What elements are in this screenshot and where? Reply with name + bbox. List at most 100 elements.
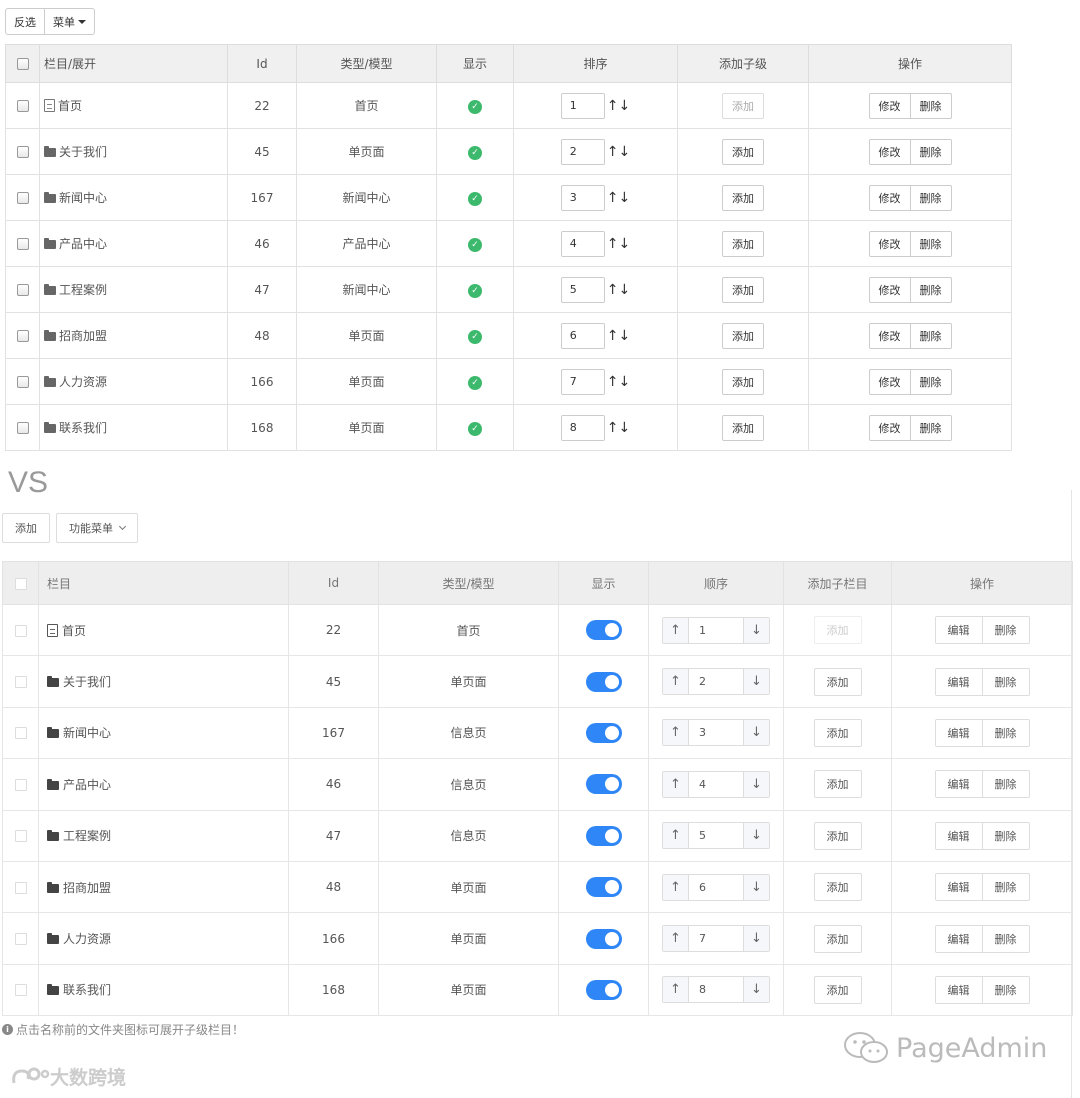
add-child-button[interactable]: 添加 [813, 667, 862, 696]
edit-button[interactable]: 修改 [868, 184, 911, 211]
folder-icon[interactable] [47, 881, 59, 893]
delete-button[interactable]: 删除 [910, 92, 952, 119]
folder-icon[interactable] [44, 238, 56, 249]
sort-input[interactable]: 2 [560, 138, 605, 165]
row-checkbox[interactable] [14, 727, 27, 740]
sort-input[interactable]: 3 [560, 184, 605, 211]
row-checkbox[interactable] [14, 830, 27, 843]
row-name[interactable]: 招商加盟 [59, 329, 107, 343]
row-checkbox[interactable] [16, 238, 29, 250]
row-checkbox[interactable] [14, 984, 27, 997]
delete-button[interactable]: 删除 [910, 414, 952, 441]
arrow-up-icon[interactable]: ↑ [663, 617, 689, 643]
arrow-up-icon[interactable]: ↑ [663, 926, 689, 952]
arrow-down-icon[interactable]: ↓ [743, 874, 769, 900]
display-toggle[interactable] [585, 979, 622, 1000]
display-toggle[interactable] [585, 671, 622, 692]
edit-button[interactable]: 编辑 [934, 616, 983, 645]
folder-icon[interactable] [47, 676, 59, 688]
folder-icon[interactable] [47, 933, 59, 945]
row-name[interactable]: 招商加盟 [63, 881, 111, 895]
edit-button[interactable]: 编辑 [934, 924, 983, 953]
order-input[interactable]: 6 [689, 875, 743, 900]
delete-button[interactable]: 删除 [982, 667, 1030, 696]
row-name[interactable]: 新闻中心 [63, 726, 111, 740]
page-icon[interactable] [44, 99, 55, 112]
row-checkbox[interactable] [16, 284, 29, 296]
sort-input[interactable]: 7 [560, 368, 605, 395]
row-name[interactable]: 产品中心 [63, 778, 111, 792]
delete-button[interactable]: 删除 [910, 368, 952, 395]
add-child-button[interactable]: 添加 [722, 184, 764, 211]
edit-button[interactable]: 修改 [868, 92, 911, 119]
sort-arrows-icon[interactable]: ↑↓ [607, 98, 630, 114]
delete-button[interactable]: 删除 [982, 718, 1030, 747]
folder-icon[interactable] [44, 284, 56, 295]
row-name[interactable]: 联系我们 [63, 983, 111, 997]
folder-icon[interactable] [47, 830, 59, 842]
delete-button[interactable]: 删除 [910, 230, 952, 257]
row-checkbox[interactable] [16, 422, 29, 434]
row-name[interactable]: 新闻中心 [59, 191, 107, 205]
sort-arrows-icon[interactable]: ↑↓ [607, 420, 630, 436]
display-toggle[interactable] [585, 774, 622, 795]
row-name[interactable]: 人力资源 [59, 375, 107, 389]
arrow-up-icon[interactable]: ↑ [663, 771, 689, 797]
arrow-up-icon[interactable]: ↑ [663, 669, 689, 695]
sort-arrows-icon[interactable]: ↑↓ [607, 236, 630, 252]
delete-button[interactable]: 删除 [910, 138, 952, 165]
edit-button[interactable]: 修改 [868, 368, 911, 395]
edit-button[interactable]: 修改 [868, 276, 911, 303]
folder-icon[interactable] [47, 778, 59, 790]
display-toggle[interactable] [585, 928, 622, 949]
sort-arrows-icon[interactable]: ↑↓ [607, 190, 630, 206]
add-button[interactable]: 添加 [2, 513, 50, 543]
row-name[interactable]: 联系我们 [59, 421, 107, 435]
edit-button[interactable]: 编辑 [934, 718, 983, 747]
folder-icon[interactable] [44, 376, 56, 387]
row-checkbox[interactable] [14, 676, 27, 689]
sort-arrows-icon[interactable]: ↑↓ [607, 144, 630, 160]
row-checkbox[interactable] [16, 376, 29, 388]
select-all-checkbox[interactable] [14, 577, 27, 590]
arrow-down-icon[interactable]: ↓ [743, 720, 769, 746]
arrow-up-icon[interactable]: ↑ [663, 823, 689, 849]
add-child-button[interactable]: 添加 [813, 873, 862, 902]
delete-button[interactable]: 删除 [982, 616, 1030, 645]
folder-icon[interactable] [44, 192, 56, 203]
arrow-down-icon[interactable]: ↓ [743, 977, 769, 1003]
row-checkbox[interactable] [14, 933, 27, 946]
arrow-up-icon[interactable]: ↑ [663, 720, 689, 746]
order-input[interactable]: 7 [689, 926, 743, 951]
row-name[interactable]: 工程案例 [63, 829, 111, 843]
add-child-button[interactable]: 添加 [813, 718, 862, 747]
edit-button[interactable]: 编辑 [934, 873, 983, 902]
select-all-checkbox[interactable] [16, 58, 29, 70]
delete-button[interactable]: 删除 [982, 924, 1030, 953]
order-input[interactable]: 3 [689, 720, 743, 745]
arrow-down-icon[interactable]: ↓ [743, 771, 769, 797]
row-name[interactable]: 工程案例 [59, 283, 107, 297]
delete-button[interactable]: 删除 [982, 873, 1030, 902]
add-child-button[interactable]: 添加 [722, 230, 764, 257]
page-icon[interactable] [47, 623, 58, 637]
order-input[interactable]: 5 [689, 823, 743, 848]
row-name[interactable]: 产品中心 [59, 237, 107, 251]
arrow-down-icon[interactable]: ↓ [743, 669, 769, 695]
order-input[interactable]: 1 [689, 618, 743, 643]
add-child-button[interactable]: 添加 [813, 924, 862, 953]
row-checkbox[interactable] [14, 881, 27, 894]
sort-input[interactable]: 6 [560, 322, 605, 349]
display-toggle[interactable] [585, 620, 622, 641]
sort-arrows-icon[interactable]: ↑↓ [607, 328, 630, 344]
folder-icon[interactable] [44, 330, 56, 341]
add-child-button[interactable]: 添加 [813, 821, 862, 850]
delete-button[interactable]: 删除 [910, 322, 952, 349]
delete-button[interactable]: 删除 [982, 975, 1030, 1004]
add-child-button[interactable]: 添加 [813, 770, 862, 799]
row-checkbox[interactable] [16, 330, 29, 342]
arrow-up-icon[interactable]: ↑ [663, 977, 689, 1003]
edit-button[interactable]: 编辑 [934, 770, 983, 799]
display-toggle[interactable] [585, 825, 622, 846]
display-toggle[interactable] [585, 722, 622, 743]
